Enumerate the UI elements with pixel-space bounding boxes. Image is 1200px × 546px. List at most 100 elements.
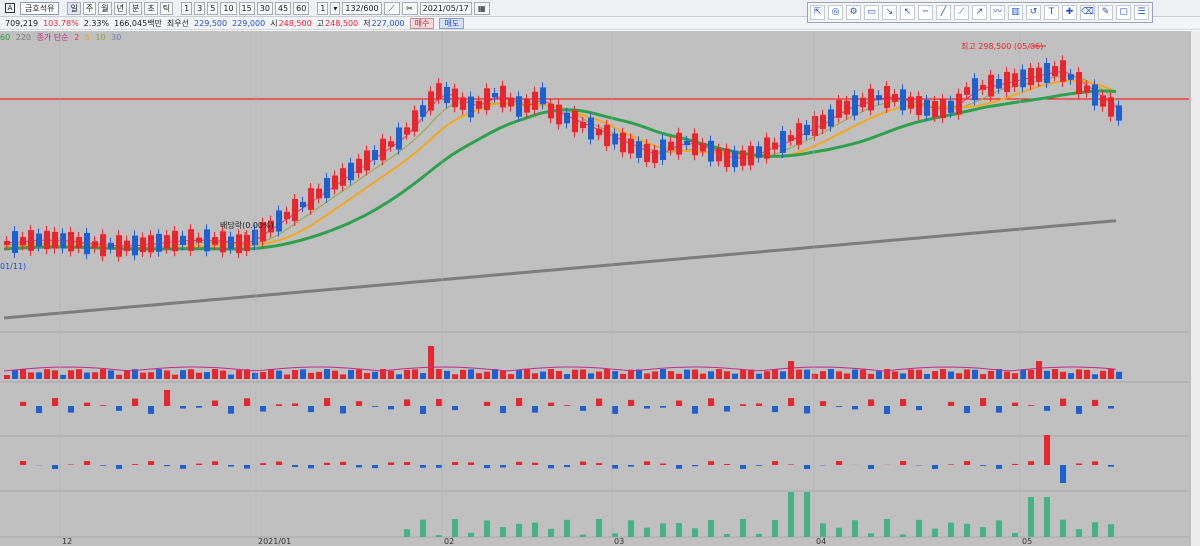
pen-icon[interactable]: ✎: [1098, 5, 1113, 20]
wave-icon[interactable]: 〰: [990, 5, 1005, 20]
stock-code-field[interactable]: A: [3, 2, 18, 15]
bottom-indicator-bar: [580, 534, 586, 537]
candle-body: [348, 162, 354, 181]
text-box-icon[interactable]: ▭: [864, 5, 879, 20]
volume-bar: [36, 372, 42, 379]
period-weekly-button[interactable]: 주: [82, 1, 97, 15]
count-input[interactable]: 132/600: [342, 1, 382, 15]
candle-body: [1116, 105, 1122, 121]
oscillator1-bar: [68, 406, 74, 413]
code-icon: A: [5, 2, 15, 13]
period-minute-button[interactable]: 분: [128, 1, 143, 15]
bottom-indicator-bar: [660, 523, 666, 537]
candle-body: [356, 158, 362, 174]
tools-icon[interactable]: ✂: [401, 1, 418, 15]
bid-price: 229,000: [232, 18, 266, 28]
candle-body: [852, 95, 858, 116]
arrow-icon[interactable]: ↖: [900, 5, 915, 20]
minute-45-button[interactable]: 45: [274, 1, 292, 15]
volume-bar: [828, 369, 834, 379]
oscillator2-bar: [644, 461, 650, 465]
settings-icon[interactable]: ⚙: [846, 5, 861, 20]
period-daily-button[interactable]: 일: [67, 1, 81, 15]
window-icon[interactable]: ▢: [1116, 5, 1131, 20]
minute-1-button[interactable]: 1: [181, 1, 193, 15]
calendar-icon[interactable]: ▦: [473, 1, 490, 15]
chart-canvas[interactable]: 12 2021/01 02 03 04 05 배당락(0.00%) 최고 298,500 (0…: [0, 31, 1200, 546]
oscillator1-bar: [788, 398, 794, 406]
minute-10-button[interactable]: 10: [220, 1, 237, 15]
cursor-icon[interactable]: ⇱: [810, 5, 825, 20]
line-icon[interactable]: ╱: [936, 5, 951, 20]
minute-15-button[interactable]: 15: [238, 1, 255, 15]
volume-bar: [1092, 374, 1098, 379]
legend-ma-30: 30: [111, 33, 122, 42]
volume-bar: [980, 374, 986, 379]
oscillator1-bar: [196, 406, 202, 408]
period-yearly-button[interactable]: 년: [113, 1, 127, 15]
candle-body: [252, 229, 258, 246]
trend-line-icon[interactable]: ⟋: [954, 5, 969, 20]
oscillator2-bar: [1108, 465, 1114, 467]
fibonacci-icon[interactable]: ◎: [828, 5, 843, 20]
date-input[interactable]: 2021/05/17: [419, 1, 472, 15]
minute-5-button[interactable]: 5: [207, 1, 219, 15]
candle-body: [116, 235, 122, 257]
sell-button[interactable]: 매도: [439, 17, 465, 29]
step-dropdown[interactable]: ▾: [330, 1, 341, 15]
oscillator2-bar: [484, 465, 490, 469]
volume-bar: [660, 369, 666, 379]
trend-down-icon[interactable]: ↘: [882, 5, 897, 20]
candle-body: [988, 74, 994, 97]
stock-chart[interactable]: 12 2021/01 02 03 04 05 배당락(0.00%) 최고 298,500 (0…: [0, 31, 1200, 546]
candle-body: [916, 96, 922, 116]
candle-body: [1004, 71, 1010, 93]
candle-body: [860, 97, 866, 108]
volume-bar: [732, 373, 738, 379]
oscillator2-bar: [1012, 463, 1018, 465]
period-tick-button[interactable]: 틱: [159, 1, 174, 15]
minute-60-button[interactable]: 60: [293, 1, 310, 15]
oscillator2-bar: [244, 465, 250, 469]
oscillator2-bar: [132, 464, 138, 465]
oscillator2-bar: [692, 465, 698, 467]
volume-bar: [1116, 371, 1122, 379]
ruler-icon[interactable]: ⟋: [383, 1, 400, 15]
horizontal-line-icon[interactable]: ─: [918, 5, 933, 20]
buy-button[interactable]: 매수: [409, 17, 435, 29]
ray-icon[interactable]: ↗: [972, 5, 987, 20]
return-icon[interactable]: ↺: [1026, 5, 1041, 20]
oscillator1-bar: [756, 403, 762, 406]
candle-body: [676, 132, 682, 155]
period-monthly-button[interactable]: 월: [98, 1, 112, 15]
text-icon[interactable]: T: [1044, 5, 1059, 20]
ask-price: 229,500: [194, 18, 228, 28]
list-icon[interactable]: ☰: [1134, 5, 1149, 20]
volume-bar: [220, 370, 226, 379]
candle-body: [708, 140, 714, 162]
oscillator2-bar: [228, 465, 234, 467]
oscillator1-bar: [180, 406, 186, 409]
candle-body: [668, 141, 674, 151]
oscillator1-bar: [164, 389, 170, 406]
minute-30-button[interactable]: 30: [256, 1, 273, 15]
step-input[interactable]: 1: [317, 1, 329, 15]
volume-bar: [52, 370, 58, 379]
oscillator1-bar: [116, 406, 122, 411]
bottom-indicator-bar: [980, 527, 986, 537]
eraser-icon[interactable]: ⌫: [1080, 5, 1095, 20]
oscillator1-bar: [612, 406, 618, 414]
candle-body: [1092, 84, 1098, 106]
stock-name-field[interactable]: 금호석유: [20, 1, 60, 15]
minute-3-button[interactable]: 3: [194, 1, 206, 15]
oscillator2-bar: [628, 465, 634, 467]
oscillator1-bar: [356, 401, 362, 406]
period-second-button[interactable]: 초: [144, 1, 158, 15]
candle-body: [1044, 63, 1050, 83]
candle-icon[interactable]: ▥: [1008, 5, 1023, 20]
candle-body: [588, 117, 594, 140]
candle-body: [1076, 72, 1082, 94]
oscillator2-bar: [596, 463, 602, 465]
volume-bar: [588, 373, 594, 379]
cross-icon[interactable]: ✚: [1062, 5, 1077, 20]
